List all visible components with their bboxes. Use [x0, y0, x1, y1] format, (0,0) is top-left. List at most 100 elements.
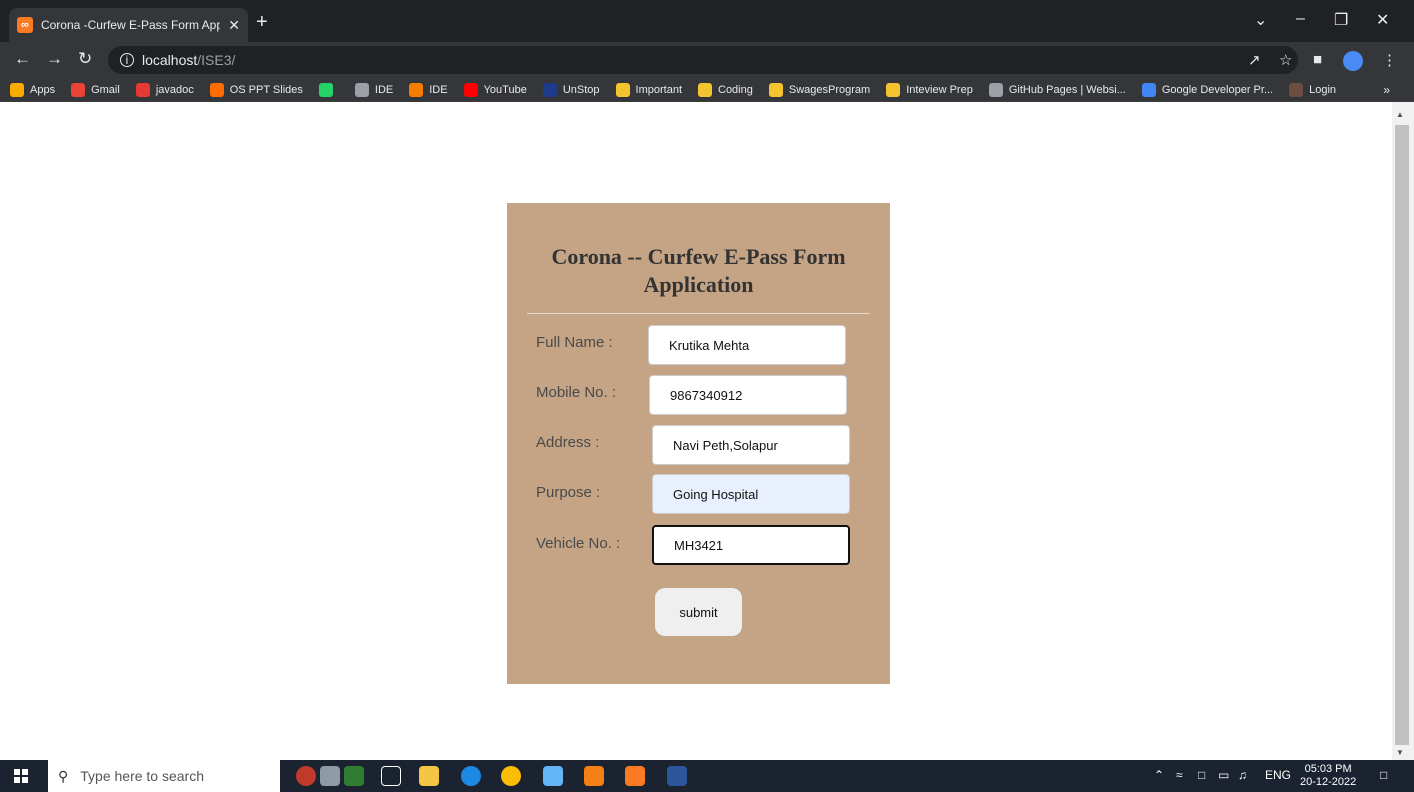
search-icon: ⚲ [58, 767, 69, 784]
bookmark-label: IDE [429, 83, 448, 96]
vehicle-input[interactable] [652, 525, 850, 565]
bookmark-item[interactable]: javadoc [135, 82, 194, 97]
scrollbar-thumb[interactable] [1395, 125, 1409, 745]
browser-tab[interactable]: ∞ Corona -Curfew E-Pass Form Applic ✕ [9, 8, 248, 42]
browser-toolbar: ← → ↻ i localhost /ISE3/ ↗ ☆ ■ ⋮ [0, 42, 1414, 78]
volume-icon[interactable]: ♫ [1238, 768, 1247, 782]
bookmark-label: OS PPT Slides [229, 83, 303, 96]
search-placeholder: Type here to search [80, 768, 205, 784]
full-name-label: Full Name : [536, 334, 613, 351]
bookmark-item[interactable]: GitHub Pages | Websi... [988, 82, 1126, 97]
language-indicator[interactable]: ENG [1265, 768, 1291, 782]
url-path: /ISE3/ [197, 52, 236, 68]
mobile-label: Mobile No. : [536, 384, 617, 401]
bookmark-item[interactable]: Coding [698, 82, 753, 97]
profile-avatar[interactable] [1343, 51, 1363, 71]
scroll-up-icon[interactable]: ▲ [1396, 110, 1404, 119]
url-host: localhost [142, 52, 198, 68]
edge-icon[interactable] [461, 766, 481, 786]
tray-overflow-icon[interactable]: ⌃ [1154, 768, 1164, 782]
github-icon [988, 82, 1003, 97]
site-info-icon[interactable]: i [120, 53, 134, 67]
xampp-favicon-icon: ∞ [17, 17, 33, 33]
globe-icon [354, 82, 369, 97]
back-arrow-icon[interactable]: ← [14, 49, 31, 69]
tree-widget-icon[interactable] [344, 766, 364, 786]
tab-search-icon[interactable]: ⌄ [1254, 10, 1267, 30]
folder-icon [768, 82, 783, 97]
youtube-icon [463, 82, 478, 97]
full-name-input[interactable] [648, 325, 846, 365]
menu-kebab-icon[interactable]: ⋮ [1382, 51, 1397, 69]
reload-icon[interactable]: ↻ [78, 49, 92, 69]
window-close-icon[interactable]: ✕ [1376, 10, 1389, 30]
browser-tab-strip: ∞ Corona -Curfew E-Pass Form Applic ✕ + … [0, 0, 1414, 42]
bookmark-label: Login [1309, 83, 1337, 96]
code-icon [409, 82, 424, 97]
bookmark-label: IDE [374, 83, 394, 96]
bookmark-item[interactable]: YouTube [463, 82, 527, 97]
folder-icon [886, 82, 901, 97]
bookmarks-overflow-icon[interactable]: » [1383, 83, 1390, 97]
notifications-icon[interactable]: □ [1380, 768, 1387, 782]
bookmark-item[interactable]: Important [615, 82, 682, 97]
address-input[interactable] [652, 425, 850, 465]
file-explorer-icon[interactable] [419, 766, 439, 786]
task-view-icon[interactable] [381, 766, 401, 786]
wifi-icon[interactable]: ≈ [1176, 768, 1183, 782]
word-icon[interactable] [667, 766, 687, 786]
taskbar-clock[interactable]: 05:03 PM 20-12-2022 [1300, 763, 1356, 789]
bookmark-item[interactable]: UnStop [542, 82, 600, 97]
bookmark-label: SwagesProgram [788, 83, 871, 96]
forward-arrow-icon[interactable]: → [46, 49, 63, 69]
bookmark-star-icon[interactable]: ☆ [1279, 51, 1292, 69]
bookmark-label: javadoc [155, 83, 194, 96]
sublime-text-icon[interactable] [584, 766, 604, 786]
minimize-icon[interactable]: – [1296, 10, 1305, 28]
bookmark-label: UnStop [562, 83, 600, 96]
bookmark-item[interactable]: SwagesProgram [768, 82, 871, 97]
bookmark-item[interactable]: Gmail [71, 82, 120, 97]
bookmark-item[interactable]: Google Developer Pr... [1141, 82, 1273, 97]
chrome-icon[interactable] [501, 766, 521, 786]
unstop-icon [542, 82, 557, 97]
taskbar-search-box[interactable]: ⚲ Type here to search [48, 760, 280, 792]
xampp-icon[interactable] [625, 766, 645, 786]
bookmark-item[interactable]: Login [1289, 82, 1337, 97]
bookmarks-bar: Apps Gmail javadoc OS PPT Slides IDE IDE YouTu… [0, 78, 1414, 102]
purpose-label: Purpose : [536, 484, 601, 501]
side-panel-icon[interactable]: ■ [1313, 51, 1322, 68]
submit-button[interactable]: submit [655, 588, 742, 636]
bookmark-item[interactable]: IDE [409, 82, 448, 97]
bookmark-item[interactable]: Apps [10, 82, 56, 97]
address-bar[interactable]: i localhost /ISE3/ [108, 46, 1298, 74]
notepad-icon[interactable] [543, 766, 563, 786]
windows-start-icon[interactable] [14, 769, 28, 783]
bookmark-label: Gmail [91, 83, 120, 96]
google-dev-icon [1141, 82, 1156, 97]
mobile-input[interactable] [649, 375, 847, 415]
epass-form-card: Corona -- Curfew E-Pass Form Application… [507, 203, 890, 684]
gift-widget-icon[interactable] [320, 766, 340, 786]
form-divider [527, 313, 870, 314]
scroll-down-icon[interactable]: ▼ [1396, 748, 1404, 757]
bookmark-label: Apps [30, 83, 56, 96]
network-icon[interactable]: □ [1198, 768, 1205, 782]
folder-icon [698, 82, 712, 97]
share-icon[interactable]: ↗ [1248, 51, 1261, 69]
bookmark-label: Inteview Prep [906, 83, 973, 96]
restore-icon[interactable]: ❐ [1334, 10, 1348, 30]
oracle-icon [135, 82, 150, 97]
purpose-input[interactable] [652, 474, 850, 514]
bookmark-label: Important [635, 83, 682, 96]
bookmark-label: Coding [718, 83, 753, 96]
bookmark-item[interactable]: IDE [354, 82, 394, 97]
bookmark-item[interactable] [318, 82, 339, 97]
bookmark-item[interactable]: OS PPT Slides [209, 82, 303, 97]
battery-icon[interactable]: ▭ [1218, 768, 1229, 782]
new-tab-icon[interactable]: + [256, 12, 268, 32]
form-title: Corona -- Curfew E-Pass Form Application [551, 244, 846, 297]
christmas-widget-icon[interactable] [296, 766, 316, 786]
close-tab-icon[interactable]: ✕ [228, 17, 240, 34]
bookmark-item[interactable]: Inteview Prep [886, 82, 973, 97]
